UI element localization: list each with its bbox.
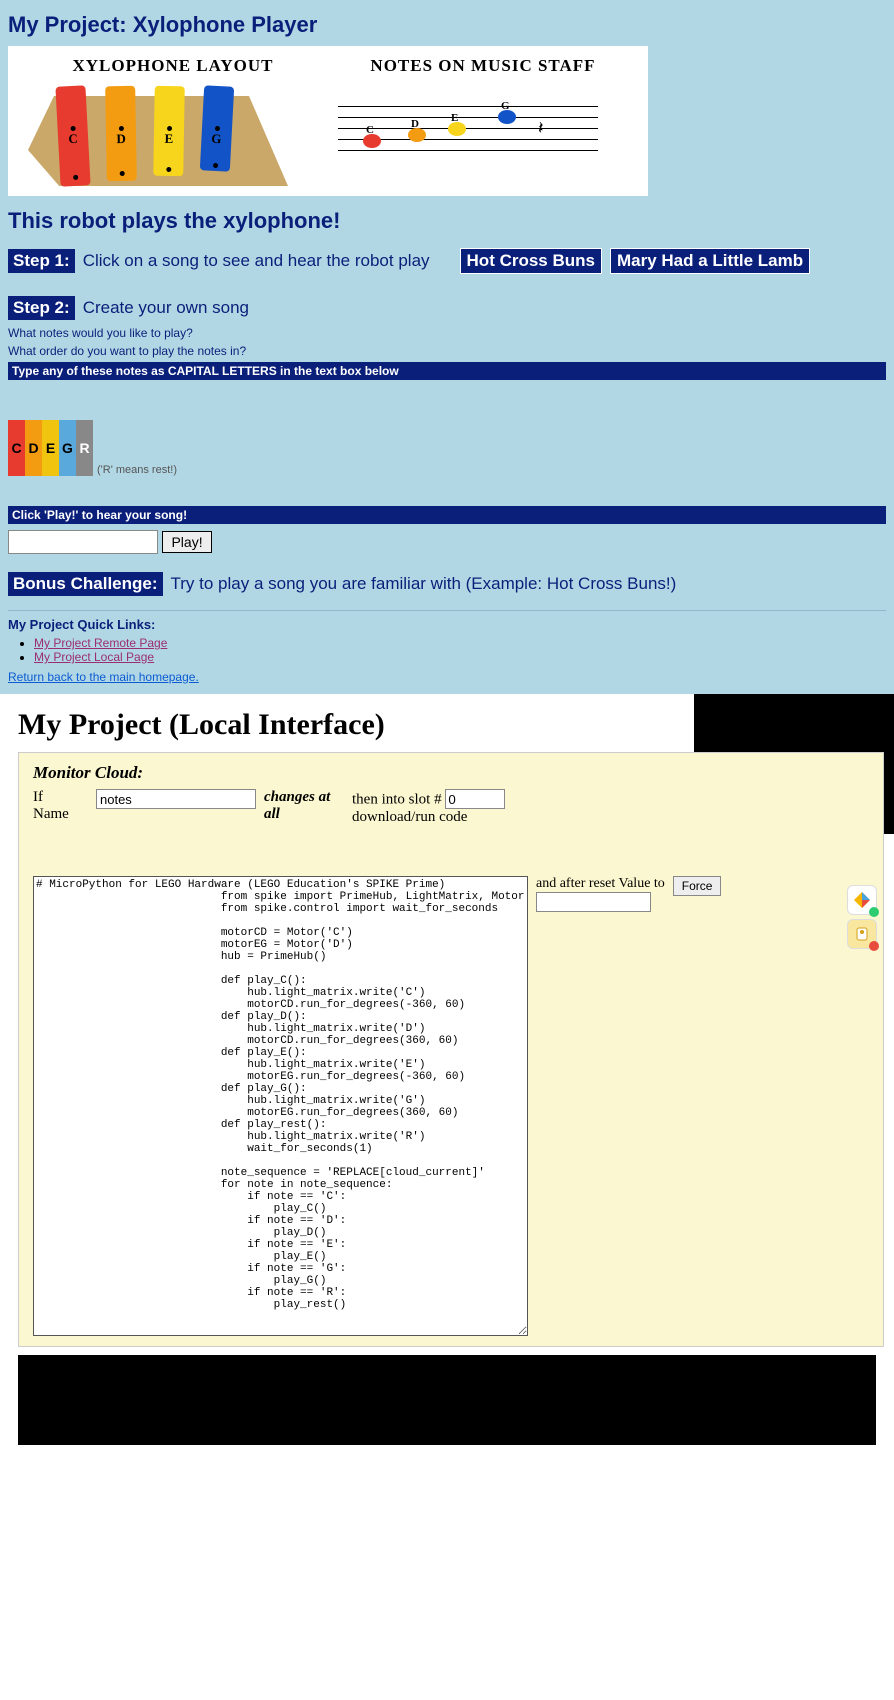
bottom-black-bar [0,1355,894,1445]
xylophone-diagram: XYLOPHONE LAYOUT C D E G [28,56,318,186]
reset-label: and after reset Value to [536,876,665,891]
divider [8,610,886,611]
xylo-title: XYLOPHONE LAYOUT [28,56,318,76]
question-2: What order do you want to play the notes… [8,344,886,358]
monitor-cloud-box: Monitor Cloud: IfName changes at all the… [18,752,884,1347]
step2-badge: Step 2: [8,296,75,320]
step1-row: Step 1: Click on a song to see and hear … [8,248,886,274]
key-c: C [8,420,25,476]
link-remote-page[interactable]: My Project Remote Page [34,636,167,650]
app-icon-1[interactable] [847,885,877,915]
staff-title: NOTES ON MUSIC STAFF [338,56,628,76]
slot-label: then into slot # [352,792,442,808]
staff-note-g [498,110,516,124]
link-local-page[interactable]: My Project Local Page [34,650,154,664]
reset-column: and after reset Value to [536,876,665,912]
code-textarea[interactable] [33,876,528,1336]
if-name-label: IfName [33,789,88,823]
bonus-row: Bonus Challenge: Try to play a song you … [8,572,886,596]
staff-diagram: NOTES ON MUSIC STAFF C D E G 𝄽 [338,56,628,186]
staff-note-e [448,122,466,136]
name-input[interactable] [96,789,256,809]
link-homepage[interactable]: Return back to the main homepage. [8,670,199,684]
key-r: R [76,420,93,476]
instruction-band-1: Type any of these notes as CAPITAL LETTE… [8,362,886,380]
illustration: XYLOPHONE LAYOUT C D E G NOTES ON MUSIC … [8,46,648,196]
app-icon-2[interactable] [847,919,877,949]
reset-input[interactable] [536,892,651,912]
bonus-badge: Bonus Challenge: [8,572,163,596]
force-button[interactable]: Force [673,876,722,896]
run-label: download/run code [352,809,467,825]
play-button[interactable]: Play! [162,531,211,553]
play-row: Play! [8,530,886,554]
song-mary-lamb-button[interactable]: Mary Had a Little Lamb [610,248,810,274]
slot-group: then into slot # download/run code [352,789,505,826]
song-hot-cross-buns-button[interactable]: Hot Cross Buns [460,248,602,274]
key-d: D [25,420,42,476]
question-1: What notes would you like to play? [8,326,886,340]
slot-input[interactable] [445,789,505,809]
changes-label: changes at all [264,789,344,823]
staff-note-c [363,134,381,148]
step2-row: Step 2: Create your own song [8,296,886,320]
xylo-bar-g: G [200,85,234,171]
song-input[interactable] [8,530,158,554]
page-title: My Project: Xylophone Player [8,12,886,38]
bonus-text: Try to play a song you are familiar with… [171,574,677,594]
staff-note-d [408,128,426,142]
rest-hint: ('R' means rest!) [97,464,177,476]
xylo-bar-c: C [55,85,90,186]
key-g: G [59,420,76,476]
xylo-bars: C D E G [58,86,232,186]
note-key-legend: C D E G R ('R' means rest!) [8,420,886,476]
music-staff [338,106,598,161]
monitor-title: Monitor Cloud: [33,763,869,783]
remote-panel: My Project: Xylophone Player XYLOPHONE L… [0,0,894,694]
step2-text: Create your own song [83,298,249,318]
local-panel: My Project (Local Interface) Monitor Clo… [0,694,894,1347]
key-e: E [42,420,59,476]
quicklinks-title: My Project Quick Links: [8,617,886,632]
xylo-bar-e: E [153,86,185,177]
staff-rest-icon: 𝄽 [538,118,544,139]
xylo-bar-d: D [105,86,137,182]
subtitle: This robot plays the xylophone! [8,208,886,234]
step1-text: Click on a song to see and hear the robo… [83,251,430,271]
step1-badge: Step 1: [8,249,75,273]
quicklinks-list: My Project Remote Page My Project Local … [34,636,886,664]
instruction-band-2: Click 'Play!' to hear your song! [8,506,886,524]
app-icon-column [847,885,877,949]
